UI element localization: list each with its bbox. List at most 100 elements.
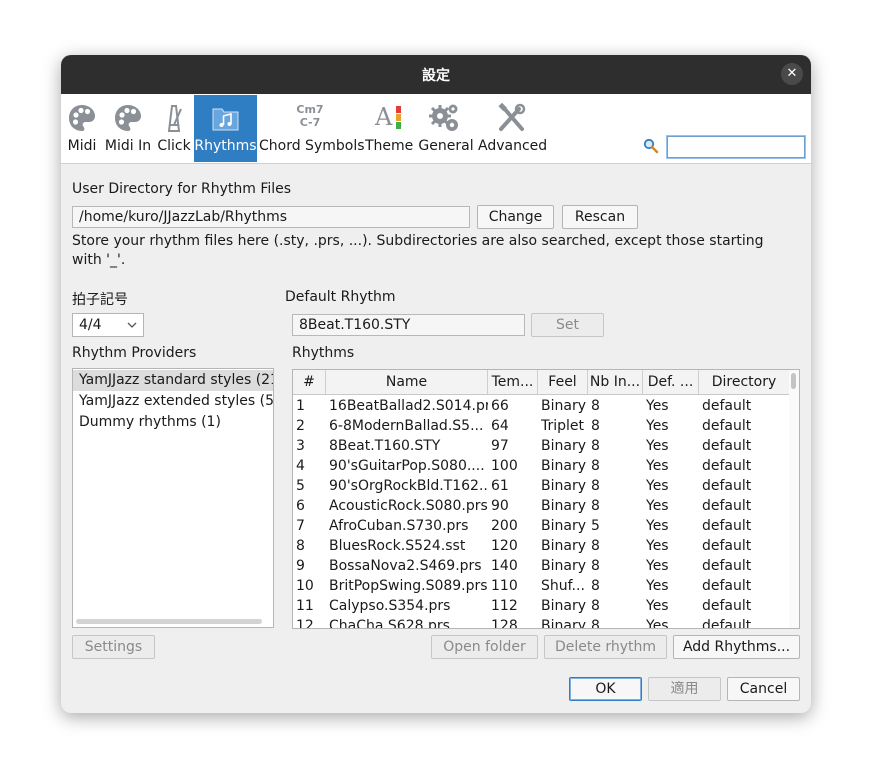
table-cell: 8 <box>591 458 600 474</box>
table-row[interactable]: 10 BritPopSwing.S089.prs 110 Shuf... 8 Yes def… <box>293 576 789 596</box>
column-header[interactable]: Nb In... <box>588 370 643 394</box>
table-row[interactable]: 6 AcousticRock.S080.prs 90 Binary 8 Yes defaul… <box>293 496 789 516</box>
table-cell: 8Beat.T160.STY <box>329 438 441 454</box>
table-cell: 100 <box>491 458 518 474</box>
rhythm-providers-label: Rhythm Providers <box>72 345 197 361</box>
table-cell: default <box>702 498 752 514</box>
table-cell: 90 <box>491 498 509 514</box>
table-cell: 110 <box>491 578 518 594</box>
change-button[interactable]: Change <box>477 205 554 229</box>
table-row[interactable]: 1 16BeatBallad2.S014.prs 66 Binary 8 Yes defau… <box>293 396 789 416</box>
search-icon <box>643 138 659 154</box>
user-dir-path-field[interactable]: /home/kuro/JJazzLab/Rhythms <box>72 206 470 228</box>
table-cell: Binary <box>541 398 586 414</box>
tab-advanced[interactable]: Advanced <box>478 95 547 162</box>
table-cell: Yes <box>646 618 669 629</box>
table-row[interactable]: 5 90'sOrgRockBld.T162... 61 Binary 8 Yes defau… <box>293 476 789 496</box>
table-row[interactable]: 9 BossaNova2.S469.prs 140 Binary 8 Yes default <box>293 556 789 576</box>
close-button[interactable]: ✕ <box>781 63 803 85</box>
list-item[interactable]: Dummy rhythms (1) <box>73 412 273 433</box>
apply-button[interactable]: 適用 <box>648 677 721 701</box>
metronome-icon <box>155 103 193 133</box>
scrollbar-thumb[interactable] <box>791 373 796 389</box>
rescan-button[interactable]: Rescan <box>562 205 638 229</box>
column-header[interactable]: Feel <box>538 370 588 394</box>
table-cell: Yes <box>646 438 669 454</box>
tab-theme[interactable]: A Theme <box>365 95 413 162</box>
column-header[interactable]: Tem... <box>488 370 538 394</box>
table-row[interactable]: 12 ChaCha.S628.prs 128 Binary 8 Yes default <box>293 616 789 629</box>
table-row[interactable]: 3 8Beat.T160.STY 97 Binary 8 Yes default <box>293 436 789 456</box>
table-cell: 128 <box>491 618 518 629</box>
tab-chord-symbols[interactable]: Cm7 C-7 Chord Symbols <box>259 95 365 162</box>
chevron-down-icon <box>127 317 137 331</box>
search-input[interactable] <box>667 136 805 158</box>
column-header[interactable]: # <box>293 370 326 394</box>
table-cell: BossaNova2.S469.prs <box>329 558 482 574</box>
table-cell: 11 <box>296 598 314 614</box>
list-item[interactable]: YamJJazz standard styles (211 <box>73 370 273 391</box>
table-cell: Yes <box>646 458 669 474</box>
column-header[interactable]: Def. ... <box>643 370 699 394</box>
music-folder-icon <box>194 103 257 133</box>
tab-label: Rhythms <box>194 138 257 154</box>
cancel-button[interactable]: Cancel <box>727 677 800 701</box>
delete-rhythm-button[interactable]: Delete rhythm <box>544 635 667 659</box>
list-item[interactable]: YamJJazz extended styles (5) <box>73 391 273 412</box>
table-cell: 5 <box>591 518 600 534</box>
table-cell: 2 <box>296 418 305 434</box>
user-dir-label: User Directory for Rhythm Files <box>72 181 292 197</box>
table-cell: 6 <box>296 498 305 514</box>
table-cell: Binary <box>541 598 586 614</box>
table-cell: 8 <box>591 538 600 554</box>
set-button[interactable]: Set <box>531 313 604 337</box>
tab-rhythms[interactable]: Rhythms <box>194 95 257 162</box>
tab-general[interactable]: General <box>416 95 476 162</box>
table-cell: 112 <box>491 598 518 614</box>
table-cell: BritPopSwing.S089.prs <box>329 578 488 594</box>
table-header: # Name Tem... Feel Nb In... Def. ... Dir… <box>293 370 789 395</box>
table-cell: 8 <box>591 478 600 494</box>
table-cell: 16BeatBallad2.S014.prs <box>329 398 488 414</box>
table-cell: 64 <box>491 418 509 434</box>
tab-label: Click <box>157 138 191 154</box>
table-cell: Yes <box>646 558 669 574</box>
table-row[interactable]: 7 AfroCuban.S730.prs 200 Binary 5 Yes default <box>293 516 789 536</box>
open-folder-button[interactable]: Open folder <box>431 635 538 659</box>
table-row[interactable]: 8 BluesRock.S524.sst 120 Binary 8 Yes default <box>293 536 789 556</box>
table-cell: 66 <box>491 398 509 414</box>
settings-button[interactable]: Settings <box>72 635 155 659</box>
add-rhythms-button[interactable]: Add Rhythms... <box>673 635 800 659</box>
rhythm-providers-list: YamJJazz standard styles (211 YamJJazz e… <box>72 368 274 628</box>
tab-label: General <box>418 138 474 154</box>
tab-click[interactable]: Click <box>155 95 193 162</box>
column-header[interactable]: Name <box>326 370 488 394</box>
tab-midi[interactable]: Midi <box>63 95 101 162</box>
table-cell: Binary <box>541 518 586 534</box>
table-cell: default <box>702 478 752 494</box>
column-header[interactable]: Directory <box>699 370 789 394</box>
ok-button[interactable]: OK <box>569 677 642 701</box>
vertical-scrollbar[interactable] <box>789 370 799 628</box>
table-cell: 8 <box>591 578 600 594</box>
table-cell: Binary <box>541 538 586 554</box>
table-cell: Binary <box>541 438 586 454</box>
time-signature-value: 4/4 <box>79 317 102 333</box>
table-cell: default <box>702 598 752 614</box>
table-row[interactable]: 2 6-8ModernBallad.S5... 64 Triplet 8 Yes defau… <box>293 416 789 436</box>
table-cell: Binary <box>541 458 586 474</box>
swatch-orange <box>396 114 401 121</box>
table-cell: 8 <box>591 398 600 414</box>
chord-glyph-bottom: C-7 <box>299 116 321 129</box>
horizontal-scrollbar[interactable] <box>76 619 262 624</box>
table-row[interactable]: 4 90'sGuitarPop.S080.... 100 Binary 8 Yes defa… <box>293 456 789 476</box>
table-cell: 8 <box>591 438 600 454</box>
tab-label: Theme <box>365 138 414 154</box>
chord-glyph-top: Cm7 <box>296 103 324 116</box>
table-row[interactable]: 11 Calypso.S354.prs 112 Binary 8 Yes default <box>293 596 789 616</box>
table-cell: 97 <box>491 438 509 454</box>
table-cell: Calypso.S354.prs <box>329 598 451 614</box>
time-signature-select[interactable]: 4/4 <box>72 313 144 337</box>
tab-midi-in[interactable]: Midi In <box>103 95 153 162</box>
tab-label: Midi In <box>104 138 152 154</box>
